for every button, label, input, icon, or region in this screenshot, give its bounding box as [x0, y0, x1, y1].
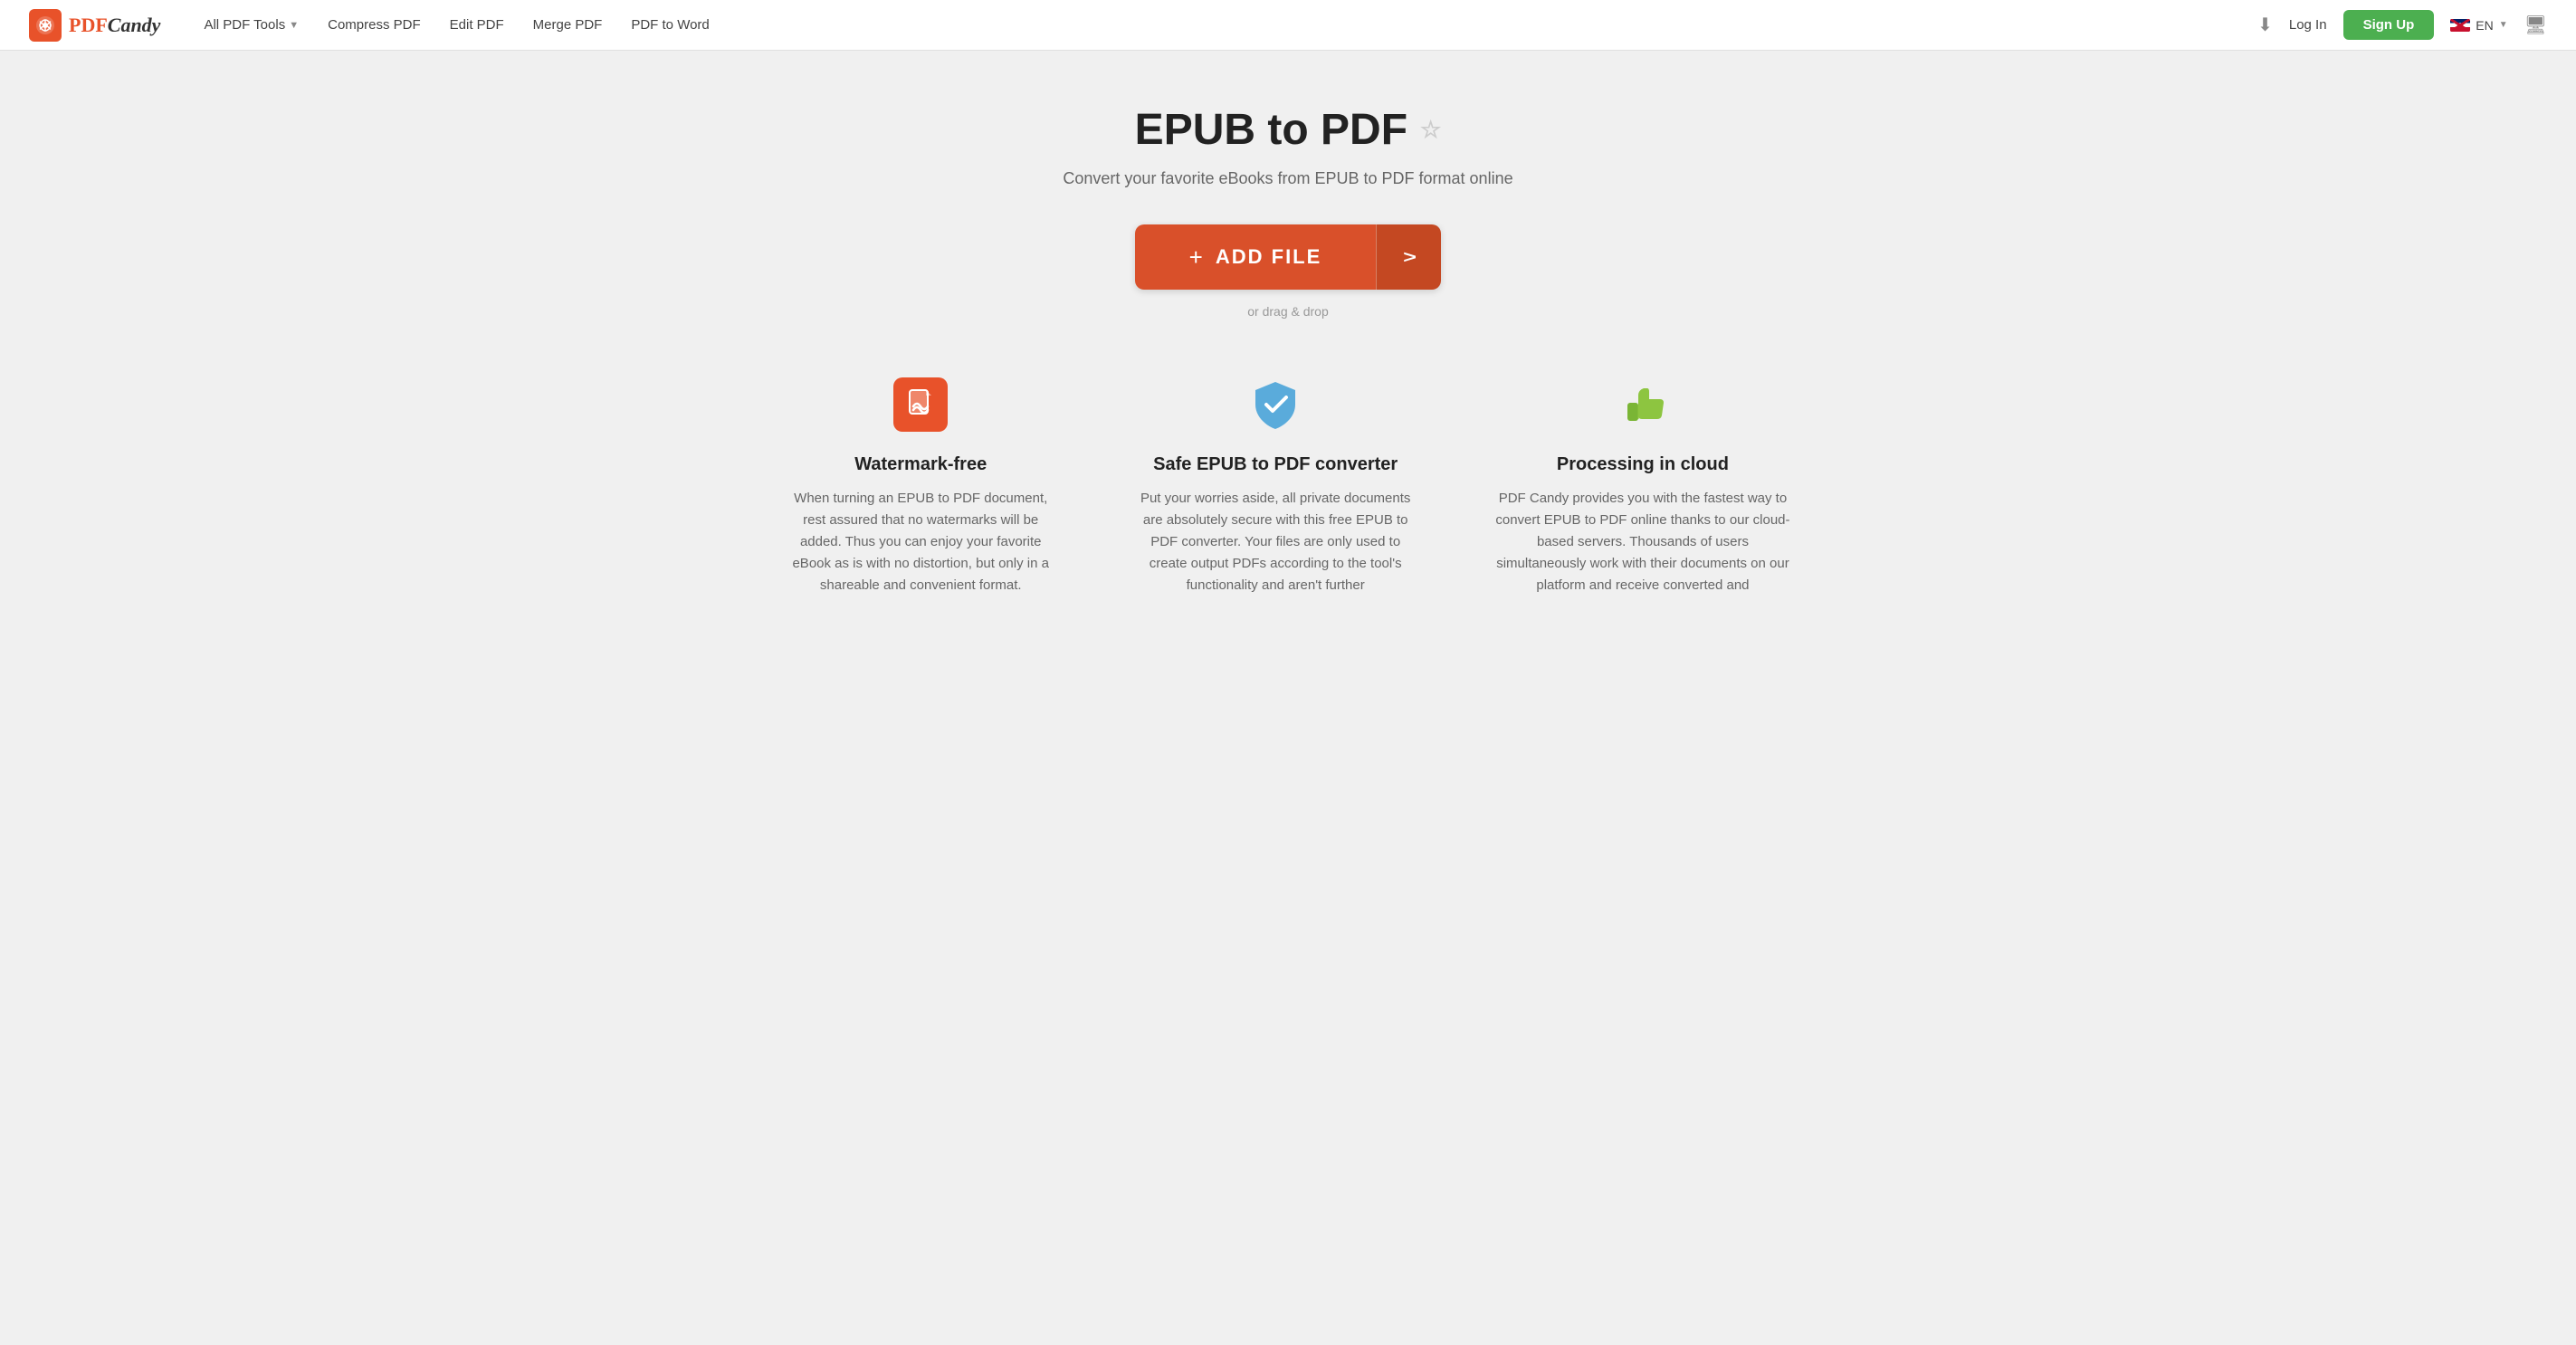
add-file-container: + ADD FILE ∨	[1135, 224, 1442, 290]
language-selector[interactable]: EN ▼	[2450, 18, 2507, 33]
nav-compress[interactable]: Compress PDF	[328, 17, 421, 33]
nav-edit[interactable]: Edit PDF	[450, 17, 504, 33]
feature-3-desc: PDF Candy provides you with the fastest …	[1491, 488, 1795, 596]
plus-icon: +	[1189, 243, 1205, 272]
page-title-area: EPUB to PDF ☆	[1135, 105, 1442, 155]
features-section: Watermark-free When turning an EPUB to P…	[745, 373, 1831, 596]
monitor-icon[interactable]: 🖥	[2524, 14, 2547, 36]
logo-text: PDFCandy	[69, 14, 160, 37]
favorite-star-icon[interactable]: ☆	[1420, 116, 1441, 144]
download-icon[interactable]: ⬇	[2257, 14, 2273, 36]
feature-watermark-free: Watermark-free When turning an EPUB to P…	[781, 373, 1060, 596]
feature-1-desc: When turning an EPUB to PDF document, re…	[781, 488, 1060, 596]
lang-chevron-icon: ▼	[2499, 20, 2508, 30]
dropdown-chevron-icon: ∨	[1398, 250, 1421, 264]
add-file-label: ADD FILE	[1216, 245, 1321, 269]
feature-safe-converter: Safe EPUB to PDF converter Put your worr…	[1132, 373, 1417, 596]
signup-button[interactable]: Sign Up	[2343, 10, 2435, 40]
header-right: ⬇ Log In Sign Up EN ▼ 🖥	[2257, 10, 2547, 40]
page-subtitle: Convert your favorite eBooks from EPUB t…	[1063, 169, 1512, 188]
feature-3-title: Processing in cloud	[1557, 454, 1729, 475]
safe-converter-icon	[1244, 373, 1307, 436]
lang-label: EN	[2476, 18, 2493, 33]
feature-1-title: Watermark-free	[854, 454, 987, 475]
main-content: EPUB to PDF ☆ Convert your favorite eBoo…	[0, 51, 2576, 633]
page-title: EPUB to PDF	[1135, 105, 1407, 155]
feature-2-desc: Put your worries aside, all private docu…	[1132, 488, 1417, 596]
feature-2-title: Safe EPUB to PDF converter	[1153, 454, 1398, 475]
logo-icon	[29, 9, 62, 42]
add-file-dropdown-button[interactable]: ∨	[1376, 224, 1441, 290]
flag-icon	[2450, 19, 2470, 32]
watermark-free-icon	[889, 373, 952, 436]
nav-all-tools[interactable]: All PDF Tools ▼	[204, 17, 299, 33]
login-button[interactable]: Log In	[2289, 17, 2327, 33]
nav-pdf-to-word[interactable]: PDF to Word	[631, 17, 709, 33]
chevron-down-icon: ▼	[289, 20, 299, 31]
header: PDFCandy All PDF Tools ▼ Compress PDF Ed…	[0, 0, 2576, 51]
add-file-button[interactable]: + ADD FILE	[1135, 224, 1377, 290]
cloud-processing-icon	[1611, 373, 1674, 436]
logo[interactable]: PDFCandy	[29, 9, 160, 42]
drag-drop-hint: or drag & drop	[1247, 304, 1329, 319]
feature-cloud-processing: Processing in cloud PDF Candy provides y…	[1491, 373, 1795, 596]
nav-merge[interactable]: Merge PDF	[533, 17, 603, 33]
main-nav: All PDF Tools ▼ Compress PDF Edit PDF Me…	[204, 17, 2257, 33]
